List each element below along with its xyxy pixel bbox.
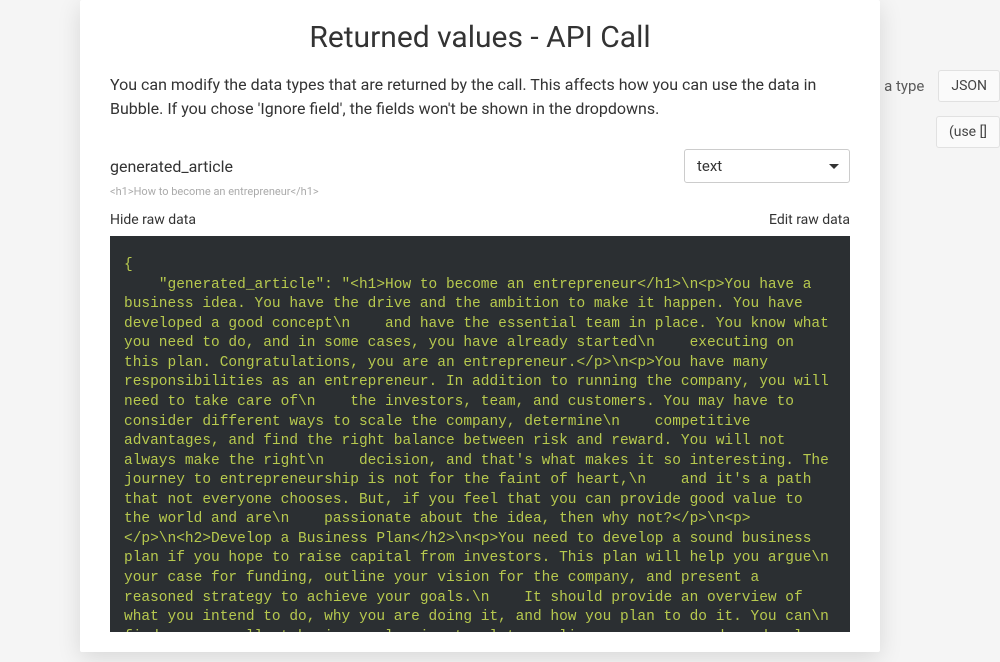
field-name: generated_article (110, 157, 233, 176)
raw-links: Hide raw data Edit raw data (110, 212, 850, 228)
modal-body: You can modify the data types that are r… (80, 73, 880, 632)
field-row: generated_article text (110, 149, 850, 183)
field-sample: <h1>How to become an entrepreneur</h1> (110, 185, 850, 198)
bg-label-a-type: a type (884, 77, 924, 95)
bg-box-json: JSON (938, 70, 1000, 102)
bg-box-use: (use [] (936, 116, 1000, 148)
hide-raw-link[interactable]: Hide raw data (110, 212, 196, 228)
bg-row-use: (use [] (936, 116, 1000, 148)
bg-row-type: a type JSON (884, 70, 1000, 102)
modal-title: Returned values - API Call (80, 0, 880, 73)
returned-values-modal: Returned values - API Call You can modif… (80, 0, 880, 652)
chevron-down-icon (829, 164, 839, 169)
type-select[interactable]: text (684, 149, 850, 183)
modal-description: You can modify the data types that are r… (110, 73, 850, 121)
background-fields: a type JSON (use [] (884, 70, 1000, 148)
field-info: generated_article (110, 157, 233, 176)
type-select-value: text (697, 157, 722, 175)
edit-raw-link[interactable]: Edit raw data (769, 212, 850, 228)
raw-data-panel[interactable]: { "generated_article": "<h1>How to becom… (110, 236, 850, 632)
